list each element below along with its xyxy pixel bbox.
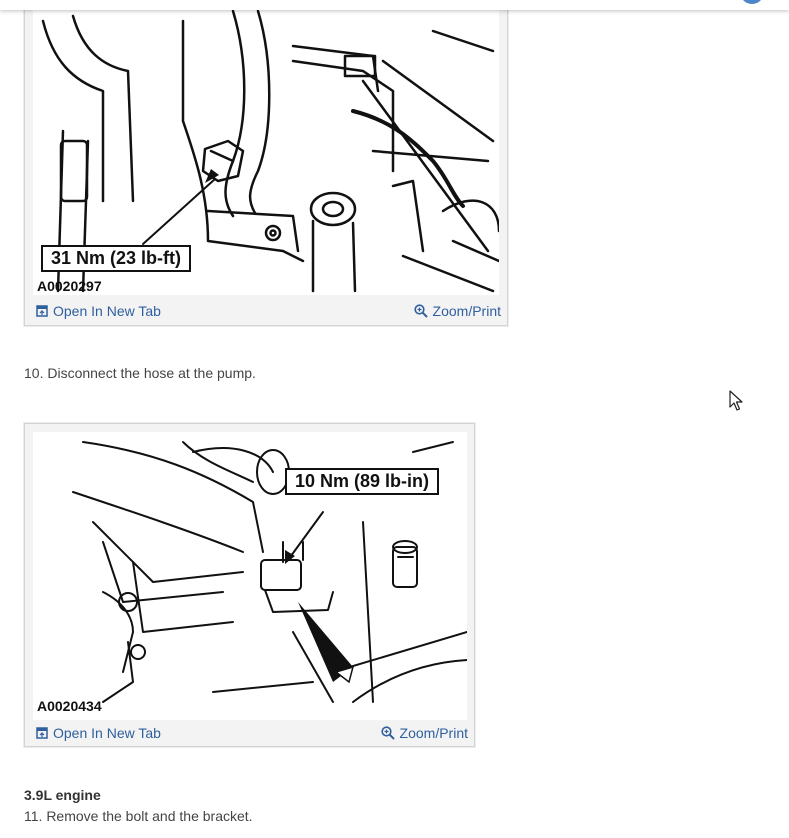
figure-2: 10 Nm (89 lb-in) A0020434 Open In New Ta… [24,423,475,747]
figure-1-footer: Open In New Tab Zoom/Print [25,299,507,325]
zoom-print-link[interactable]: Zoom/Print [413,303,501,319]
figure-id: A0020297 [37,278,102,294]
figure-1: 31 Nm (23 lb-ft) A0020297 Open In New Ta… [24,0,508,326]
engine-heading: 3.9L engine [24,787,101,803]
open-in-new-tab-icon [36,305,48,317]
zoom-print-label: Zoom/Print [432,303,501,319]
figure-1-illustration[interactable]: 31 Nm (23 lb-ft) A0020297 [33,1,499,295]
zoom-print-label: Zoom/Print [399,725,468,741]
zoom-print-link[interactable]: Zoom/Print [380,725,468,741]
top-bar [0,0,789,10]
open-in-new-tab-label: Open In New Tab [53,303,161,319]
mouse-pointer-icon [729,390,743,411]
magnifier-plus-icon [413,304,428,318]
torque-callout: 10 Nm (89 lb-in) [285,468,440,495]
figure-2-illustration[interactable]: 10 Nm (89 lb-in) A0020434 [33,432,467,720]
torque-callout: 31 Nm (23 lb-ft) [41,245,192,272]
figure-2-footer: Open In New Tab Zoom/Print [25,721,474,747]
step-11-text: 11. Remove the bolt and the bracket. [24,808,253,824]
open-in-new-tab-icon [36,727,48,739]
step-10-text: 10. Disconnect the hose at the pump. [24,365,256,381]
open-in-new-tab-link[interactable]: Open In New Tab [36,725,161,741]
user-avatar[interactable] [740,0,764,4]
open-in-new-tab-label: Open In New Tab [53,725,161,741]
magnifier-plus-icon [380,726,395,740]
open-in-new-tab-link[interactable]: Open In New Tab [36,303,161,319]
figure-id: A0020434 [37,698,102,714]
